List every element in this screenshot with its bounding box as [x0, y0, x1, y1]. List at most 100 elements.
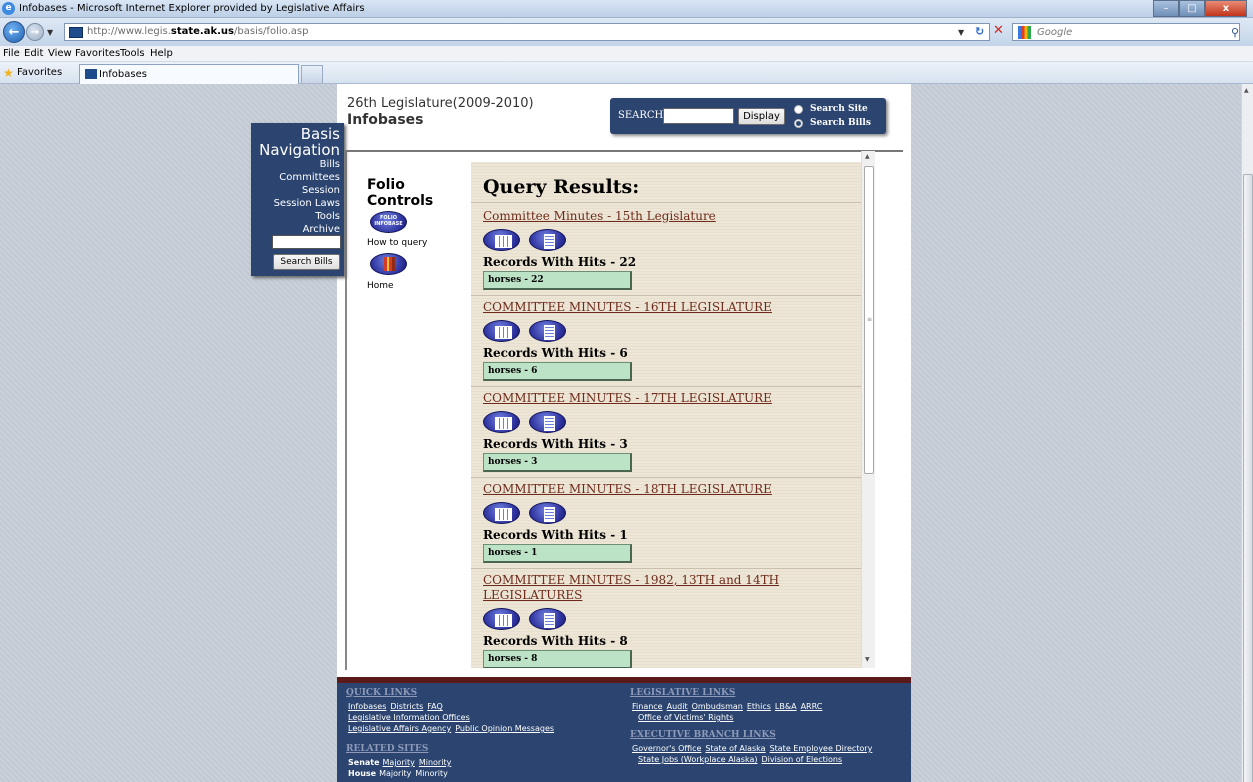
stop-icon[interactable]: ✕	[993, 23, 1004, 38]
search-bills-option[interactable]: Search Bills	[794, 118, 871, 128]
result-item: COMMITTEE MINUTES - 18TH LEGISLATURE Rec…	[471, 482, 863, 569]
menu-edit[interactable]: Edit	[24, 48, 43, 59]
link-senate-minority[interactable]: Minority	[419, 758, 451, 767]
view-document-icon[interactable]	[529, 320, 566, 342]
executive-links-row-1: Governor's Office State of Alaska State Em…	[632, 744, 876, 753]
search-icon[interactable]: ⚲	[1231, 26, 1239, 39]
maximize-button[interactable]: □	[1179, 0, 1205, 17]
link-legislative-affairs-agency[interactable]: Legislative Affairs Agency	[348, 724, 451, 733]
link-ethics[interactable]: Ethics	[747, 702, 771, 711]
window-title: Infobases - Microsoft Internet Explorer …	[19, 3, 365, 14]
link-legislative-information-offices[interactable]: Legislative Information Offices	[348, 713, 470, 722]
quick-links-row-2: Legislative Information Offices	[348, 713, 474, 722]
view-contents-icon[interactable]	[483, 229, 520, 251]
display-button[interactable]: Display	[738, 108, 785, 125]
link-office-of-victims-rights[interactable]: Office of Victims' Rights	[638, 713, 733, 722]
hit-term-button[interactable]: horses - 1	[483, 544, 632, 563]
view-document-icon[interactable]	[529, 502, 566, 524]
address-bar: ← → ▼ http://www.legis.state.ak.us/basis…	[0, 18, 1253, 46]
link-division-of-elections[interactable]: Division of Elections	[762, 755, 843, 764]
link-arrc[interactable]: ARRC	[801, 702, 823, 711]
result-title-link[interactable]: COMMITTEE MINUTES - 16TH LEGISLATURE	[483, 300, 863, 315]
nav-link-tools[interactable]: Tools	[315, 211, 340, 222]
new-tab-button[interactable]	[301, 65, 323, 83]
quick-links-heading[interactable]: QUICK LINKS	[346, 688, 417, 698]
nav-link-session-laws[interactable]: Session Laws	[274, 198, 340, 209]
menu-file[interactable]: File	[3, 48, 20, 59]
view-contents-icon[interactable]	[483, 320, 520, 342]
link-state-employee-directory[interactable]: State Employee Directory	[770, 744, 873, 753]
results-scrollbar[interactable]: ▲ ≡ ▼	[861, 151, 875, 668]
folio-infobase-icon[interactable]: FOLIO INFOBASE	[370, 211, 407, 233]
link-faq[interactable]: FAQ	[427, 702, 443, 711]
view-contents-icon[interactable]	[483, 502, 520, 524]
view-document-icon[interactable]	[529, 229, 566, 251]
search-site-option[interactable]: Search Site	[794, 104, 868, 114]
link-ombudsman[interactable]: Ombudsman	[692, 702, 743, 711]
view-document-icon[interactable]	[529, 608, 566, 630]
result-title-link[interactable]: COMMITTEE MINUTES - 17TH LEGISLATURE	[483, 391, 863, 406]
search-bills-button[interactable]: Search Bills	[273, 254, 340, 270]
favorites-button[interactable]: Favorites	[17, 67, 62, 78]
hit-term-button[interactable]: horses - 6	[483, 362, 632, 381]
page-scroll-thumb[interactable]	[1243, 174, 1253, 782]
result-icons	[483, 320, 863, 342]
related-sites-heading[interactable]: RELATED SITES	[346, 744, 428, 754]
page-scrollbar[interactable]: ▲	[1241, 84, 1253, 782]
favorites-star-icon[interactable]: ★	[3, 66, 14, 80]
recent-pages-dropdown-icon[interactable]: ▼	[47, 28, 53, 37]
view-contents-icon[interactable]	[483, 411, 520, 433]
link-infobases[interactable]: Infobases	[348, 702, 386, 711]
view-document-icon[interactable]	[529, 411, 566, 433]
close-button[interactable]: x	[1205, 0, 1247, 17]
radio-search-bills[interactable]	[794, 118, 803, 128]
link-finance[interactable]: Finance	[632, 702, 663, 711]
search-input[interactable]	[663, 108, 734, 124]
how-to-query-link[interactable]: How to query	[367, 238, 427, 248]
result-title-link[interactable]: Committee Minutes - 15th Legislature	[483, 209, 863, 224]
nav-link-session[interactable]: Session	[302, 185, 340, 196]
house-row: House Majority Minority	[348, 769, 448, 778]
house-minority[interactable]: Minority	[415, 769, 447, 778]
nav-link-bills[interactable]: Bills	[320, 159, 340, 170]
bill-search-input[interactable]	[272, 235, 341, 249]
radio-search-site[interactable]	[794, 104, 803, 114]
legislative-links-heading[interactable]: LEGISLATIVE LINKS	[630, 688, 735, 698]
hit-term-button[interactable]: horses - 3	[483, 453, 632, 472]
nav-link-committees[interactable]: Committees	[279, 172, 340, 183]
link-lba[interactable]: LB&A	[775, 702, 797, 711]
home-link[interactable]: Home	[367, 281, 394, 291]
scroll-up-icon[interactable]: ▲	[865, 153, 870, 160]
executive-branch-links-heading[interactable]: EXECUTIVE BRANCH LINKS	[630, 730, 776, 740]
back-button[interactable]: ←	[3, 21, 25, 43]
url-dropdown-icon[interactable]: ▼	[958, 28, 964, 37]
forward-button[interactable]: →	[26, 23, 44, 41]
scroll-down-icon[interactable]: ▼	[865, 656, 870, 663]
link-senate-majority[interactable]: Majority	[383, 758, 415, 767]
result-divider	[471, 386, 861, 387]
menu-tools[interactable]: Tools	[120, 48, 145, 59]
minimize-button[interactable]: –	[1153, 0, 1179, 17]
view-contents-icon[interactable]	[483, 608, 520, 630]
link-public-opinion-messages[interactable]: Public Opinion Messages	[455, 724, 554, 733]
result-title-link[interactable]: COMMITTEE MINUTES - 18TH LEGISLATURE	[483, 482, 863, 497]
menu-favorites[interactable]: Favorites	[75, 48, 120, 59]
menu-view[interactable]: View	[48, 48, 72, 59]
link-state-jobs[interactable]: State Jobs (Workplace Alaska)	[638, 755, 758, 764]
house-majority[interactable]: Majority	[379, 769, 411, 778]
tab-infobases[interactable]: Infobases	[79, 64, 299, 84]
hit-term-button[interactable]: horses - 22	[483, 271, 632, 290]
nav-link-archive[interactable]: Archive	[303, 224, 340, 235]
page-scroll-up-icon[interactable]: ▲	[1244, 87, 1249, 94]
url-field[interactable]: http://www.legis.state.ak.us/basis/folio…	[64, 23, 990, 41]
menu-help[interactable]: Help	[150, 48, 173, 59]
link-audit[interactable]: Audit	[667, 702, 688, 711]
link-governors-office[interactable]: Governor's Office	[632, 744, 701, 753]
home-books-icon[interactable]	[370, 253, 407, 275]
link-districts[interactable]: Districts	[390, 702, 423, 711]
result-title-link[interactable]: COMMITTEE MINUTES - 1982, 13TH and 14TH …	[483, 573, 863, 603]
link-state-of-alaska[interactable]: State of Alaska	[705, 744, 765, 753]
hit-term-button[interactable]: horses - 8	[483, 650, 632, 668]
refresh-icon[interactable]: ↻	[975, 25, 984, 38]
web-search-field[interactable]: Google ⚲	[1012, 23, 1240, 41]
